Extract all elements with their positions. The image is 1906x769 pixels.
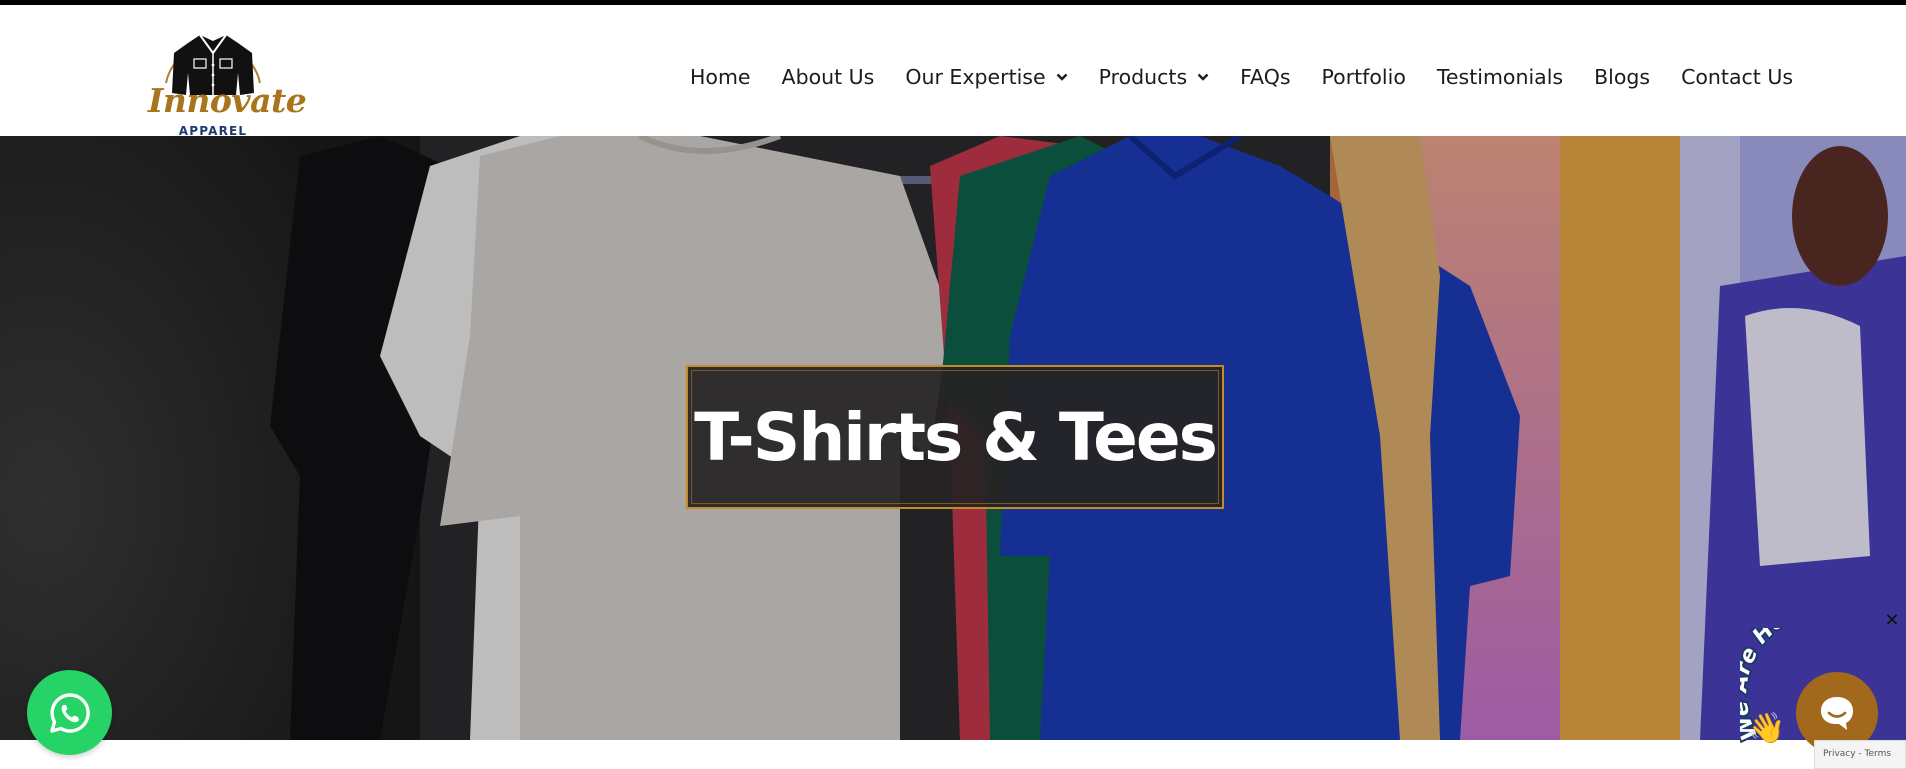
nav-about-us[interactable]: About Us xyxy=(782,65,875,89)
nav-label: Blogs xyxy=(1594,65,1651,89)
hero-banner: T-Shirts & Tees xyxy=(0,136,1906,740)
hero-title-box: T-Shirts & Tees xyxy=(686,365,1224,509)
chevron-down-icon xyxy=(1056,73,1067,81)
nav-label: Products xyxy=(1098,65,1188,89)
nav-label: About Us xyxy=(781,65,875,89)
nav-contact-us[interactable]: Contact Us xyxy=(1681,65,1793,89)
whatsapp-icon xyxy=(49,692,90,733)
nav-our-expertise[interactable]: Our Expertise xyxy=(905,65,1067,89)
nav-portfolio[interactable]: Portfolio xyxy=(1322,65,1406,89)
brand-name: Innovate xyxy=(148,81,307,120)
whatsapp-button[interactable] xyxy=(27,670,112,755)
nav-label: Portfolio xyxy=(1321,65,1406,89)
brand-logo[interactable]: Innovate APPAREL xyxy=(148,13,307,141)
chat-bubble-icon xyxy=(1821,697,1853,730)
nav-label: Home xyxy=(690,65,751,89)
recaptcha-links: Privacy - Terms xyxy=(1823,749,1892,759)
recaptcha-badge[interactable]: Privacy - Terms xyxy=(1814,740,1906,769)
jacket-logo-icon xyxy=(165,34,261,95)
nav-label: Our Expertise xyxy=(905,65,1046,89)
site-header: Innovate APPAREL Home About Us Our Exper… xyxy=(0,5,1906,138)
nav-blogs[interactable]: Blogs xyxy=(1594,65,1650,89)
waving-hand-icon: 👋 xyxy=(1748,711,1785,743)
nav-label: FAQs xyxy=(1240,65,1291,89)
nav-label: Testimonials xyxy=(1436,65,1564,89)
main-nav: Home About Us Our Expertise Products FAQ… xyxy=(690,57,1793,97)
nav-home[interactable]: Home xyxy=(690,65,751,89)
nav-label: Contact Us xyxy=(1681,65,1794,89)
nav-testimonials[interactable]: Testimonials xyxy=(1437,65,1563,89)
nav-faqs[interactable]: FAQs xyxy=(1240,65,1290,89)
nav-products[interactable]: Products xyxy=(1099,65,1210,89)
hero-title: T-Shirts & Tees xyxy=(694,398,1218,476)
chevron-down-icon xyxy=(1197,73,1209,81)
